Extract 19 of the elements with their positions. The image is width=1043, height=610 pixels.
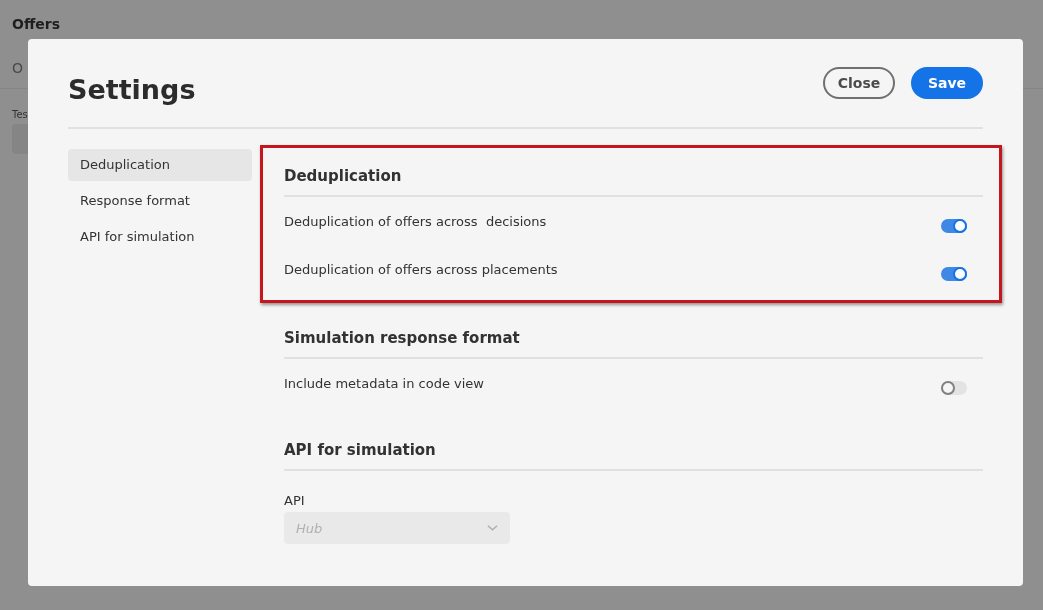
save-button[interactable]: Save <box>911 67 983 99</box>
setting-label: Include metadata in code view <box>284 375 484 391</box>
sidebar-item[interactable]: API for simulation <box>68 221 252 253</box>
sidebar-item[interactable]: Response format <box>68 185 252 217</box>
section-heading: Deduplication <box>284 167 983 197</box>
chevron-down-icon <box>487 524 498 532</box>
sidebar-item[interactable]: Deduplication <box>68 149 252 181</box>
toggle-switch[interactable] <box>941 381 967 395</box>
toggle-switch[interactable] <box>941 267 967 281</box>
setting-label: Deduplication of offers across placements <box>284 261 558 277</box>
setting-label: Deduplication of offers across decisions <box>284 213 547 229</box>
field-label: Tes <box>12 109 29 120</box>
dialog-title: Settings <box>68 73 196 105</box>
close-button[interactable]: Close <box>823 67 895 99</box>
field-label: API <box>284 493 306 508</box>
toggle-switch[interactable] <box>941 219 967 233</box>
page-title: Offers <box>12 16 60 32</box>
section-heading: API for simulation <box>284 441 983 471</box>
section-heading: Simulation response format <box>284 329 983 359</box>
